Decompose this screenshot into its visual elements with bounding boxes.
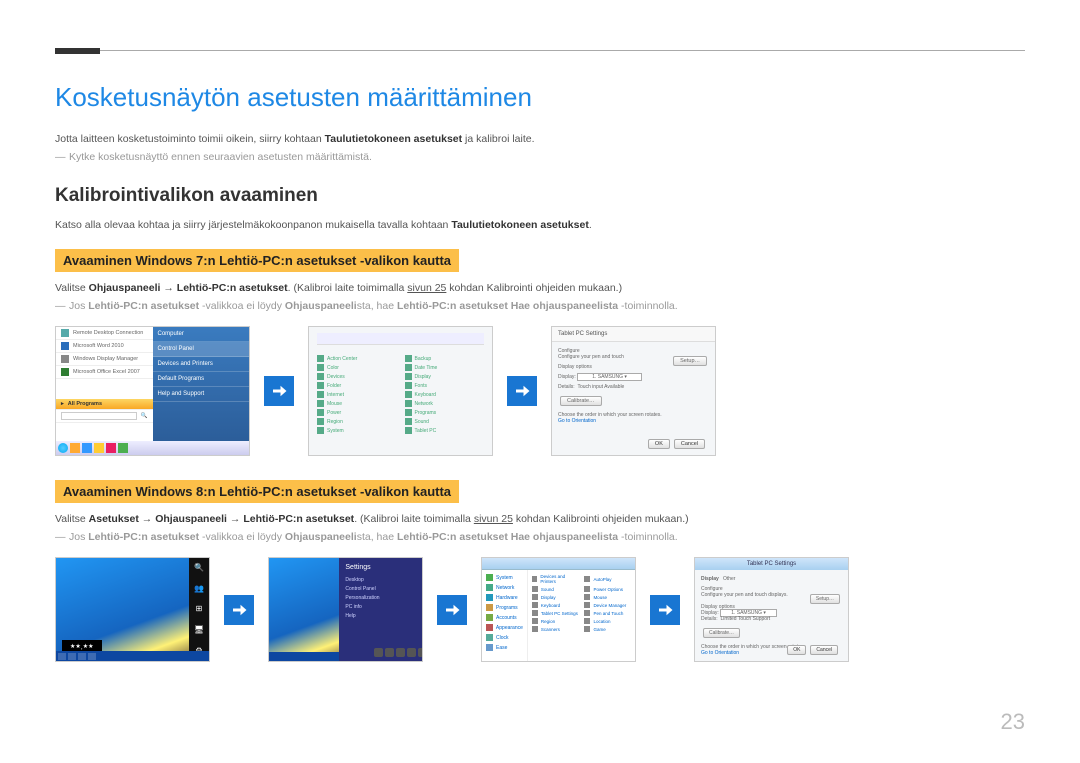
- win7-band: Avaaminen Windows 7:n Lehtiö-PC:n asetuk…: [55, 249, 459, 272]
- win8-control-panel-shot: System Network Hardware Programs Account…: [481, 557, 636, 662]
- page-link[interactable]: sivun 25: [407, 282, 446, 294]
- win8-band: Avaaminen Windows 8:n Lehtiö-PC:n asetuk…: [55, 480, 459, 503]
- win8-tablet-settings-shot: Tablet PC Settings Display Other Configu…: [694, 557, 849, 662]
- win8-settings-shot: Settings Desktop Control Panel Personali…: [268, 557, 423, 662]
- win7-tablet-settings-shot: Tablet PC Settings ConfigureConfigure yo…: [551, 326, 716, 456]
- arrow-icon: [650, 595, 680, 625]
- page-number: 23: [1001, 709, 1025, 735]
- arrow-icon: [224, 595, 254, 625]
- subintro-text: Katso alla olevaa kohtaa ja siirry järje…: [55, 219, 1025, 231]
- win8-instruction: Valitse Asetukset → Ohjauspaneeli → Leht…: [55, 513, 1025, 525]
- arrow-icon: [264, 376, 294, 406]
- intro-note: Kytke kosketusnäyttö ennen seuraavien as…: [55, 151, 1025, 163]
- win7-note: Jos Lehtiö-PC:n asetukset -valikkoa ei l…: [55, 300, 1025, 312]
- win8-charms-shot: 🔍👥⊞🖥⚙ ★★¸★★: [55, 557, 210, 662]
- win7-screenshot-row: Remote Desktop Connection Microsoft Word…: [55, 326, 1025, 456]
- page-title: Kosketusnäytön asetusten määrittäminen: [55, 82, 1025, 113]
- arrow-icon: [507, 376, 537, 406]
- win7-control-panel-shot: Action CenterBackup ColorDate Time Devic…: [308, 326, 493, 456]
- intro-text: Jotta laitteen kosketustoiminto toimii o…: [55, 133, 1025, 145]
- win8-note: Jos Lehtiö-PC:n asetukset -valikkoa ei l…: [55, 531, 1025, 543]
- win8-screenshot-row: 🔍👥⊞🖥⚙ ★★¸★★ Settings Desktop Control Pan…: [55, 557, 1025, 662]
- top-rule: [55, 50, 1025, 54]
- section-heading: Kalibrointivalikon avaaminen: [55, 185, 1025, 207]
- win7-instruction: Valitse Ohjauspaneeli → Lehtiö-PC:n aset…: [55, 282, 1025, 294]
- page-link[interactable]: sivun 25: [474, 513, 513, 525]
- win7-start-menu-shot: Remote Desktop Connection Microsoft Word…: [55, 326, 250, 456]
- arrow-icon: [437, 595, 467, 625]
